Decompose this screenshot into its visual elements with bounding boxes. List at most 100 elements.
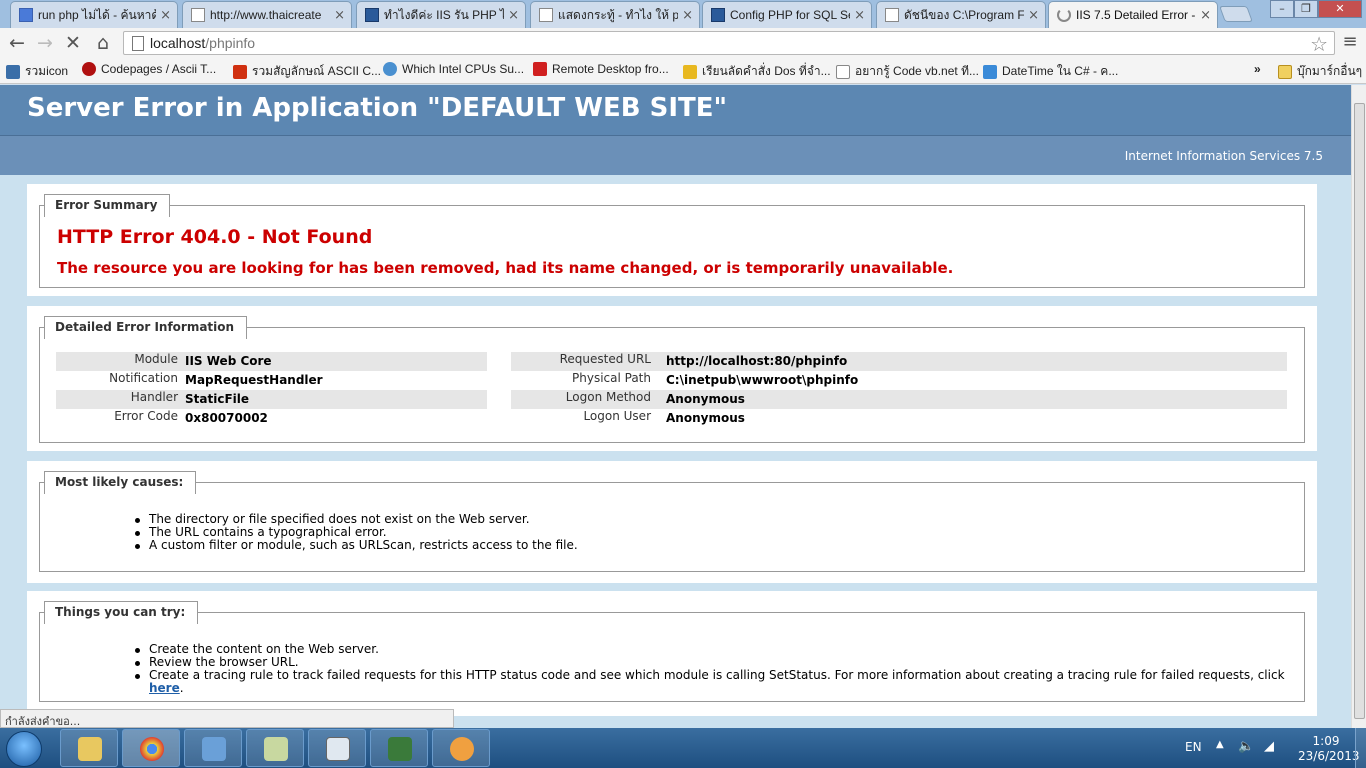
- here-link[interactable]: here: [149, 681, 180, 695]
- bookmark-item[interactable]: เรียนลัดคำสั่ง Dos ที่จำ...: [683, 62, 831, 81]
- detail-row: Logon Method Anonymous: [511, 390, 1287, 409]
- detail-value: C:\inetpub\wwwroot\phpinfo: [666, 373, 859, 387]
- tab-2[interactable]: http://www.thaicreate ×: [182, 1, 352, 28]
- bookmark-label: อยากรู้ Code vb.net ที...: [855, 64, 979, 78]
- address-bar[interactable]: localhost/phpinfo ☆: [123, 31, 1335, 56]
- monitor-task-button[interactable]: [370, 729, 428, 767]
- clock-time: 1:09: [1312, 734, 1340, 748]
- folder-icon: [78, 737, 102, 761]
- detail-value: 0x80070002: [185, 411, 268, 425]
- close-tab-icon[interactable]: ×: [1028, 8, 1039, 23]
- start-button[interactable]: [6, 731, 42, 767]
- error-summary-legend: Error Summary: [44, 194, 171, 217]
- bookmark-item[interactable]: อยากรู้ Code vb.net ที...: [836, 62, 979, 81]
- server-manager-task-button[interactable]: [246, 729, 304, 767]
- detail-key: Logon User: [583, 409, 651, 423]
- language-indicator[interactable]: EN: [1185, 740, 1202, 754]
- tab-title: ทำไงดีค่ะ IIS รัน PHP ไม่: [384, 7, 505, 22]
- bookmarks-overflow-button[interactable]: »: [1254, 62, 1261, 76]
- page-icon: [191, 8, 205, 22]
- error-header: Server Error in Application "DEFAULT WEB…: [0, 85, 1351, 135]
- url-host: localhost: [150, 35, 206, 51]
- scrollbar-thumb[interactable]: [1354, 103, 1365, 719]
- detail-value: http://localhost:80/phpinfo: [666, 354, 848, 368]
- volume-icon[interactable]: 🔈: [1238, 739, 1254, 754]
- bookmark-item[interactable]: รวมสัญลักษณ์ ASCII C...: [233, 62, 381, 81]
- show-hidden-icons-icon[interactable]: ▲: [1216, 739, 1224, 750]
- menu-icon[interactable]: ≡: [1340, 31, 1360, 55]
- bookmark-item[interactable]: Codepages / Ascii T...: [82, 62, 216, 76]
- causes-panel: Most likely causes: The directory or fil…: [27, 461, 1317, 583]
- tab-6[interactable]: ดัชนีของ C:\Program Fi ×: [876, 1, 1046, 28]
- bookmark-item[interactable]: Remote Desktop fro...: [533, 62, 669, 76]
- tab-1[interactable]: run php ไม่ได้ - ค้นหาด้ ×: [10, 1, 178, 28]
- tab-5[interactable]: Config PHP for SQL Se ×: [702, 1, 872, 28]
- bookmark-star-icon[interactable]: ☆: [1310, 32, 1328, 56]
- vertical-scrollbar[interactable]: [1351, 85, 1366, 728]
- close-tab-icon[interactable]: ×: [854, 8, 865, 23]
- causes-fieldset: Most likely causes: The directory or fil…: [39, 471, 1305, 572]
- tab-title: ดัชนีของ C:\Program Fi: [904, 7, 1025, 22]
- tab-title: แสดงกระทู้ - ทำไง ให้ ph: [558, 7, 679, 22]
- close-tab-icon[interactable]: ×: [682, 8, 693, 23]
- bookmark-item[interactable]: Which Intel CPUs Su...: [383, 62, 524, 76]
- tab-7-active[interactable]: IIS 7.5 Detailed Error - 4 ×: [1048, 1, 1218, 28]
- folder-icon: [1278, 64, 1292, 79]
- dos-icon: [683, 64, 697, 79]
- detail-value: MapRequestHandler: [185, 373, 323, 387]
- paint-task-button[interactable]: [432, 729, 490, 767]
- detail-row: Module IIS Web Core: [56, 352, 487, 371]
- tab-4[interactable]: แสดงกระทู้ - ทำไง ให้ ph ×: [530, 1, 700, 28]
- close-tab-icon[interactable]: ×: [160, 8, 171, 23]
- list-item-text: Create a tracing rule to track failed re…: [149, 668, 1285, 682]
- other-bookmarks-button[interactable]: บุ๊กมาร์กอื่นๆ: [1278, 62, 1362, 81]
- error-summary-panel: Error Summary HTTP Error 404.0 - Not Fou…: [27, 184, 1317, 296]
- stop-icon[interactable]: ✕: [61, 31, 85, 55]
- close-window-button[interactable]: ✕: [1318, 0, 1362, 18]
- loading-spinner-icon: [1057, 8, 1071, 22]
- detail-value: StaticFile: [185, 392, 250, 406]
- system-tray: EN ▲ 🔈 ◢ 1:09 23/6/2013: [1180, 728, 1366, 768]
- back-arrow-icon[interactable]: ←: [5, 31, 29, 55]
- ascii-icon: [233, 64, 247, 79]
- status-bubble: กำลังส่งคำขอ...: [0, 709, 454, 728]
- close-tab-icon[interactable]: ×: [1200, 8, 1211, 23]
- url-text[interactable]: localhost/phpinfo: [150, 35, 255, 51]
- try-list: Create the content on the Web server. Re…: [135, 643, 1304, 695]
- maximize-button[interactable]: ❐: [1294, 0, 1318, 18]
- close-tab-icon[interactable]: ×: [508, 8, 519, 23]
- detail-row: Error Code 0x80070002: [56, 409, 487, 428]
- close-tab-icon[interactable]: ×: [334, 8, 345, 23]
- detail-key: Physical Path: [572, 371, 651, 385]
- tab-title: run php ไม่ได้ - ค้นหาด้: [38, 7, 157, 22]
- chrome-task-button[interactable]: [122, 729, 180, 767]
- try-legend: Things you can try:: [44, 601, 199, 624]
- explorer-task-button[interactable]: [60, 729, 118, 767]
- clock[interactable]: 1:09 23/6/2013: [1298, 734, 1360, 764]
- page-icon: [132, 36, 144, 51]
- page-title: Server Error in Application "DEFAULT WEB…: [27, 93, 728, 123]
- bookmark-item[interactable]: รวมicon: [6, 62, 68, 81]
- detail-value: Anonymous: [666, 392, 745, 406]
- home-icon[interactable]: ⌂: [91, 31, 115, 55]
- network-icon[interactable]: ◢: [1264, 739, 1274, 754]
- server-banner: Internet Information Services 7.5: [0, 135, 1351, 175]
- detail-value: Anonymous: [666, 411, 745, 425]
- bookmarks-bar: รวมicon Codepages / Ascii T... รวมสัญลัก…: [0, 58, 1366, 84]
- bookmark-label: รวมสัญลักษณ์ ASCII C...: [252, 64, 381, 78]
- detail-key: Handler: [130, 390, 178, 404]
- remote-desktop-task-button[interactable]: [184, 729, 242, 767]
- tab-3[interactable]: ทำไงดีค่ะ IIS รัน PHP ไม่ ×: [356, 1, 526, 28]
- bookmark-item[interactable]: DateTime ใน C# - ค...: [983, 62, 1118, 81]
- show-desktop-button[interactable]: [1355, 728, 1366, 768]
- bookmark-label: Which Intel CPUs Su...: [402, 62, 525, 76]
- window-task-button[interactable]: [308, 729, 366, 767]
- page-icon: [539, 8, 553, 22]
- detail-row: Logon User Anonymous: [511, 409, 1287, 428]
- url-path: /phpinfo: [205, 35, 256, 51]
- tab-strip: run php ไม่ได้ - ค้นหาด้ × http://www.tha…: [0, 0, 1366, 28]
- paint-icon: [450, 737, 474, 761]
- forward-arrow-icon[interactable]: →: [33, 31, 57, 55]
- new-tab-button[interactable]: [1219, 6, 1253, 22]
- minimize-button[interactable]: –: [1270, 0, 1294, 18]
